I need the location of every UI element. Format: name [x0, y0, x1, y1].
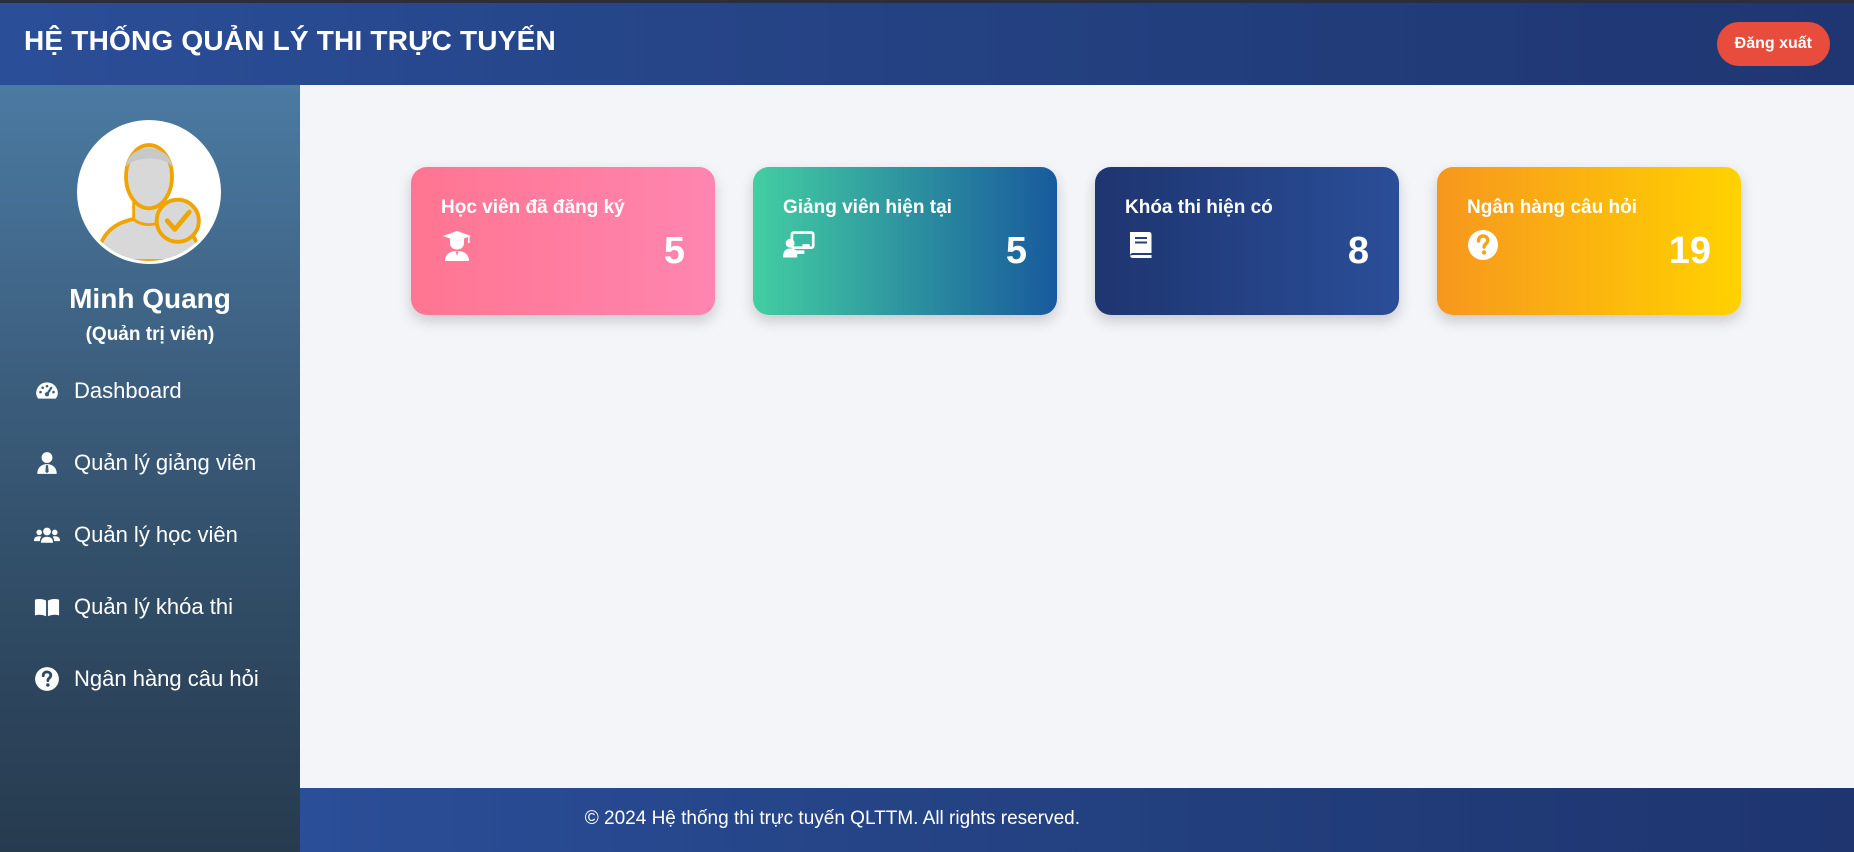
top-header: HỆ THỐNG QUẢN LÝ THI TRỰC TUYẾN Đăng xuấ… — [0, 0, 1854, 85]
sidebar-item-label: Quản lý khóa thi — [74, 594, 233, 619]
sidebar-item-label: Dashboard — [74, 378, 182, 403]
avatar — [77, 120, 221, 264]
graduate-icon — [441, 229, 473, 261]
users-icon — [32, 520, 62, 550]
book-open-icon — [32, 592, 62, 622]
dashboard-gauge-icon — [32, 376, 62, 406]
stat-value: 19 — [1668, 230, 1711, 272]
stat-card-lecturers[interactable]: Giảng viên hiện tại 5 — [753, 167, 1057, 315]
book-icon — [1125, 229, 1157, 261]
footer: © 2024 Hệ thống thi trực tuyến QLTTM. Al… — [300, 788, 1854, 852]
stat-card-question-bank[interactable]: Ngân hàng câu hỏi 19 — [1437, 167, 1741, 315]
sidebar-item-label: Quản lý giảng viên — [74, 450, 257, 475]
user-tie-icon — [32, 448, 62, 478]
stat-value: 5 — [663, 230, 685, 272]
user-role: (Quản trị viên) — [85, 324, 215, 345]
main-content: Học viên đã đăng ký 5 Giảng viên hiện tạ… — [300, 85, 1854, 788]
stat-label: Học viên đã đăng ký — [441, 197, 625, 218]
stat-card-exams[interactable]: Khóa thi hiện có 8 — [1095, 167, 1399, 315]
question-circle-icon — [1467, 229, 1499, 261]
sidebar-item-exams[interactable]: Quản lý khóa thi — [32, 587, 233, 627]
admin-user-icon — [80, 123, 218, 261]
stat-label: Khóa thi hiện có — [1125, 197, 1273, 218]
stat-value: 8 — [1347, 230, 1369, 272]
sidebar-item-label: Quản lý học viên — [74, 522, 238, 547]
app-title: HỆ THỐNG QUẢN LÝ THI TRỰC TUYẾN — [24, 25, 556, 56]
sidebar: Minh Quang (Quản trị viên) Dashboard Quả… — [0, 85, 300, 852]
stat-label: Ngân hàng câu hỏi — [1467, 197, 1637, 218]
sidebar-item-dashboard[interactable]: Dashboard — [32, 371, 182, 411]
sidebar-item-label: Ngân hàng câu hỏi — [74, 666, 259, 691]
teacher-board-icon — [783, 229, 815, 261]
stat-card-students[interactable]: Học viên đã đăng ký 5 — [411, 167, 715, 315]
sidebar-item-students[interactable]: Quản lý học viên — [32, 515, 238, 555]
question-circle-icon — [32, 664, 62, 694]
stat-label: Giảng viên hiện tại — [783, 197, 952, 218]
sidebar-item-question-bank[interactable]: Ngân hàng câu hỏi — [32, 659, 259, 699]
footer-copyright: © 2024 Hệ thống thi trực tuyến QLTTM. Al… — [584, 808, 1080, 829]
user-name: Minh Quang — [69, 283, 231, 314]
sidebar-item-lecturers[interactable]: Quản lý giảng viên — [32, 443, 256, 483]
logout-button[interactable]: Đăng xuất — [1716, 22, 1830, 66]
stat-value: 5 — [1005, 230, 1027, 272]
